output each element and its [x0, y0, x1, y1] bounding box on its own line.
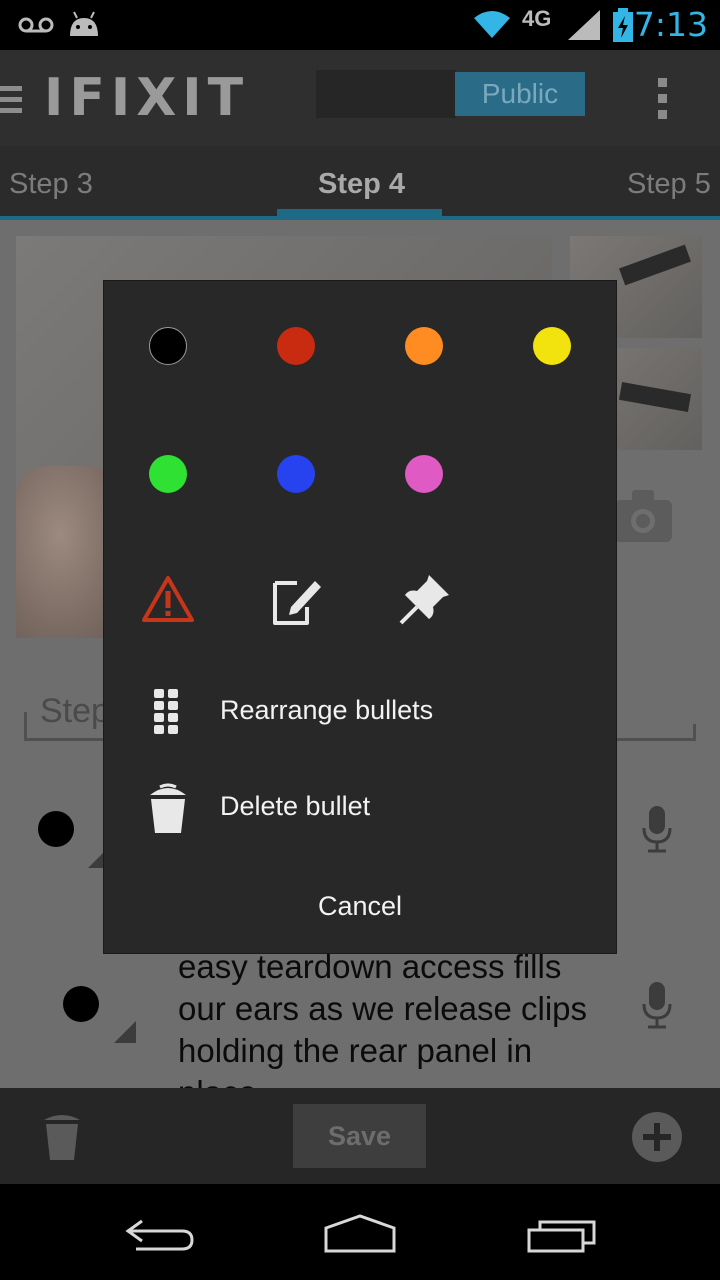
- app-logo: IFIXIT: [44, 68, 250, 128]
- trash-icon[interactable]: [42, 1112, 82, 1162]
- bullet-color-dot[interactable]: [38, 811, 74, 847]
- bullet-indent-handle[interactable]: [114, 1021, 136, 1043]
- network-type: 4G: [522, 6, 552, 31]
- voicemail-icon: [18, 17, 54, 33]
- android-icon: [70, 11, 98, 36]
- bullet-options-dialog: Rearrange bullets Delete bullet Cancel: [104, 281, 616, 953]
- rearrange-bullets-label: Rearrange bullets: [220, 695, 434, 725]
- color-swatch-orange[interactable]: [405, 327, 443, 365]
- guide-title-field[interactable]: [316, 70, 456, 118]
- rearrange-bullets-item[interactable]: Rearrange bullets: [104, 669, 616, 759]
- public-button[interactable]: Public: [455, 72, 585, 116]
- bullet-color-dot[interactable]: [63, 986, 99, 1022]
- menu-icon[interactable]: [0, 86, 22, 113]
- color-swatch-red[interactable]: [277, 327, 315, 365]
- tab-indicator: [277, 209, 442, 220]
- microphone-icon[interactable]: [642, 982, 672, 1030]
- rearrange-icon: [154, 689, 178, 734]
- status-time: 7:13: [633, 5, 708, 44]
- note-icon[interactable]: [269, 573, 323, 627]
- bullet-text-field[interactable]: easy teardown access fills our ears as w…: [178, 946, 598, 1088]
- signal-icon: [568, 10, 600, 40]
- home-icon[interactable]: [322, 1214, 398, 1254]
- recent-apps-icon[interactable]: [526, 1216, 598, 1254]
- microphone-icon[interactable]: [642, 806, 672, 854]
- color-swatch-violet[interactable]: [405, 455, 443, 493]
- color-swatch-blue[interactable]: [277, 455, 315, 493]
- tab-step-4[interactable]: Step 4: [318, 168, 405, 201]
- color-swatch-black[interactable]: [149, 327, 187, 365]
- back-icon[interactable]: [124, 1218, 196, 1252]
- battery-charging-icon: [613, 8, 633, 42]
- tab-step-3[interactable]: Step 3: [9, 168, 93, 201]
- trash-icon: [150, 783, 186, 833]
- delete-bullet-label: Delete bullet: [220, 791, 371, 821]
- caution-icon[interactable]: [141, 573, 195, 627]
- reminder-pin-icon[interactable]: [397, 573, 451, 627]
- color-swatch-green[interactable]: [149, 455, 187, 493]
- step-title-input[interactable]: Step: [40, 692, 110, 731]
- color-swatch-yellow[interactable]: [533, 327, 571, 365]
- add-icon[interactable]: [632, 1112, 682, 1162]
- overflow-menu-icon[interactable]: [658, 78, 668, 126]
- status-bar: 4G 7:13: [0, 0, 720, 50]
- save-button[interactable]: Save: [293, 1104, 426, 1168]
- wifi-icon: [474, 11, 510, 38]
- navigation-bar: [0, 1184, 720, 1280]
- cancel-button[interactable]: Cancel: [104, 861, 616, 951]
- camera-icon[interactable]: [612, 488, 674, 544]
- delete-bullet-item[interactable]: Delete bullet: [104, 765, 616, 855]
- tab-step-5[interactable]: Step 5: [627, 168, 711, 201]
